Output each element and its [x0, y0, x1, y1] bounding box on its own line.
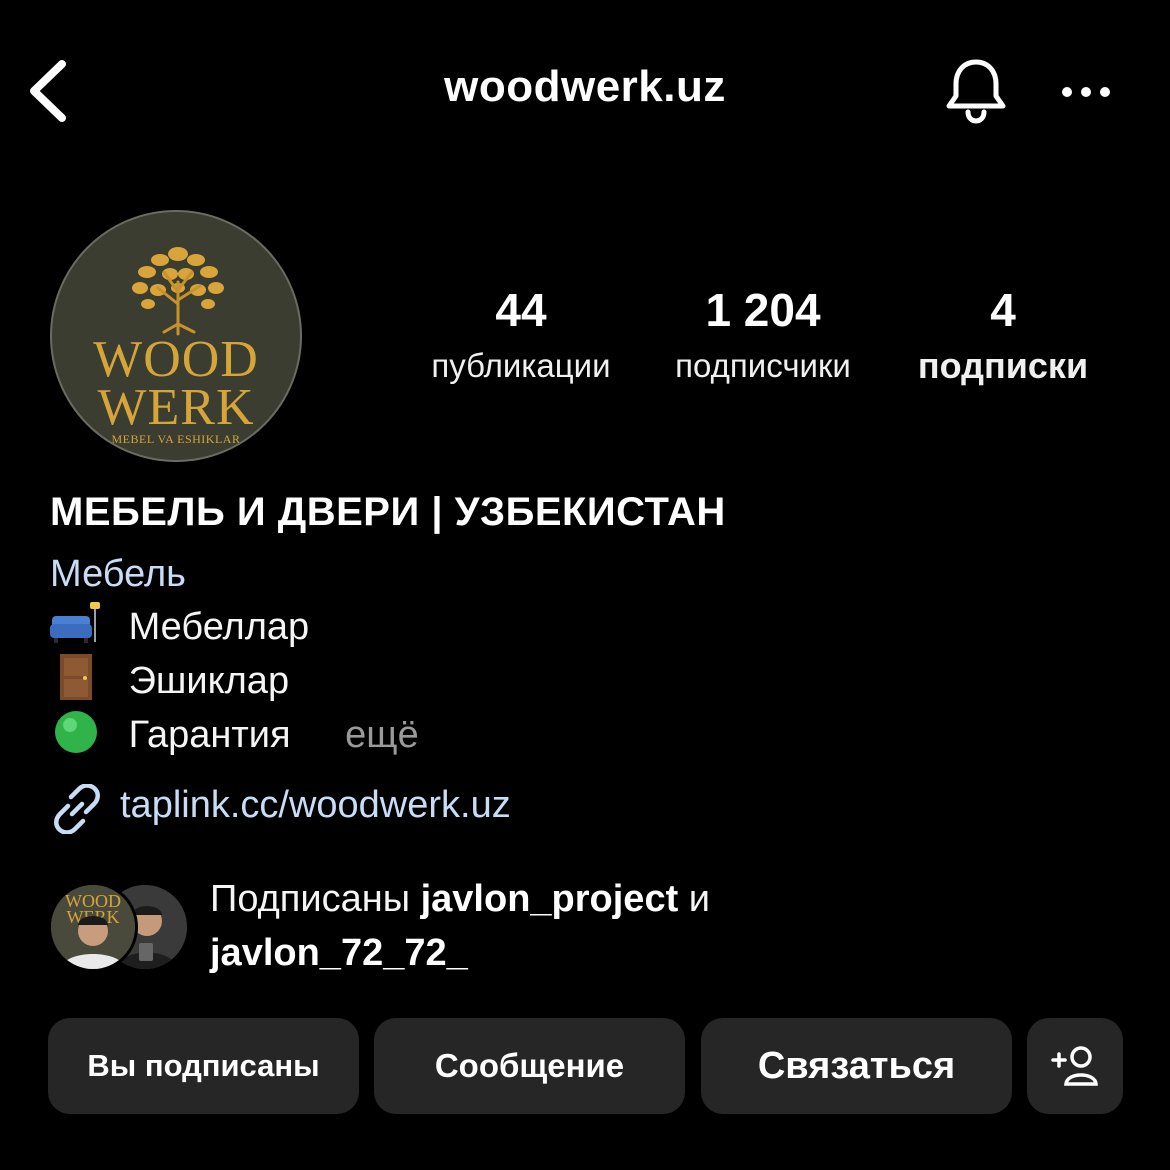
stat-posts[interactable]: 44 публикации — [412, 282, 630, 388]
posts-count: 44 — [495, 284, 547, 336]
green-circle-icon — [55, 711, 97, 753]
following-label: подписки — [917, 345, 1089, 386]
logo-werk-text: WERK — [97, 379, 255, 436]
message-button[interactable]: Сообщение — [374, 1018, 685, 1114]
bio-line-text: Гарантия — [128, 713, 291, 756]
bio-more-link[interactable]: ещё — [345, 714, 419, 756]
top-bar: woodwerk.uz — [0, 0, 1170, 180]
mutual-user-link[interactable]: javlon_project — [421, 878, 679, 920]
notifications-button[interactable] — [944, 56, 1008, 126]
bio-line-text: Эшиклар — [128, 659, 290, 702]
bio-line: Эшиклар — [50, 654, 290, 706]
posts-label: публикации — [431, 347, 611, 384]
profile-category: Мебель — [50, 553, 186, 595]
profile-name: МЕБЕЛЬ И ДВЕРИ | УЗБЕКИСТАН — [50, 490, 726, 534]
contact-button[interactable]: Связаться — [701, 1018, 1012, 1114]
followers-label: подписчики — [675, 347, 851, 384]
add-user-icon — [1051, 1046, 1098, 1086]
mutual-followers-text: Подписаны javlon_project и javlon_72_72_ — [210, 872, 1110, 980]
stat-following[interactable]: 4 подписки — [896, 282, 1110, 388]
mutual-followers-avatars[interactable]: WOOD WERK — [48, 882, 190, 972]
stories-highlights-edge — [0, 1160, 1170, 1170]
logo-subtitle: MEBEL VA ESHIKLAR — [111, 432, 241, 446]
bio-line: Гарантия ещё — [50, 711, 419, 760]
person-avatar-icon: WOOD WERK — [51, 885, 135, 969]
mutual-conjunction: и — [688, 878, 711, 920]
profile-page: woodwerk.uz WOOD WERK MEBEL VA ESHIKLAR … — [0, 0, 1170, 1170]
mutual-prefix: Подписаны — [210, 878, 411, 920]
more-options-button[interactable] — [1058, 80, 1114, 104]
couch-icon — [50, 602, 100, 643]
door-icon — [60, 654, 92, 700]
bio-line-text: Мебеллар — [128, 605, 310, 648]
bio-link-text[interactable]: taplink.cc/woodwerk.uz — [120, 784, 511, 827]
mutual-user-link[interactable]: javlon_72_72_ — [210, 932, 468, 974]
following-count: 4 — [990, 284, 1016, 336]
bell-icon — [946, 59, 1006, 124]
avatar: WOOD WERK — [48, 882, 138, 972]
profile-avatar[interactable]: WOOD WERK MEBEL VA ESHIKLAR — [50, 210, 302, 462]
followers-count: 1 204 — [705, 284, 821, 336]
more-horizontal-icon — [1062, 87, 1110, 97]
stat-followers[interactable]: 1 204 подписчики — [652, 282, 874, 388]
link-icon — [54, 784, 100, 834]
following-button[interactable]: Вы подписаны — [48, 1018, 359, 1114]
suggested-users-button[interactable] — [1027, 1018, 1123, 1114]
bio-line: Мебеллар — [50, 602, 310, 652]
